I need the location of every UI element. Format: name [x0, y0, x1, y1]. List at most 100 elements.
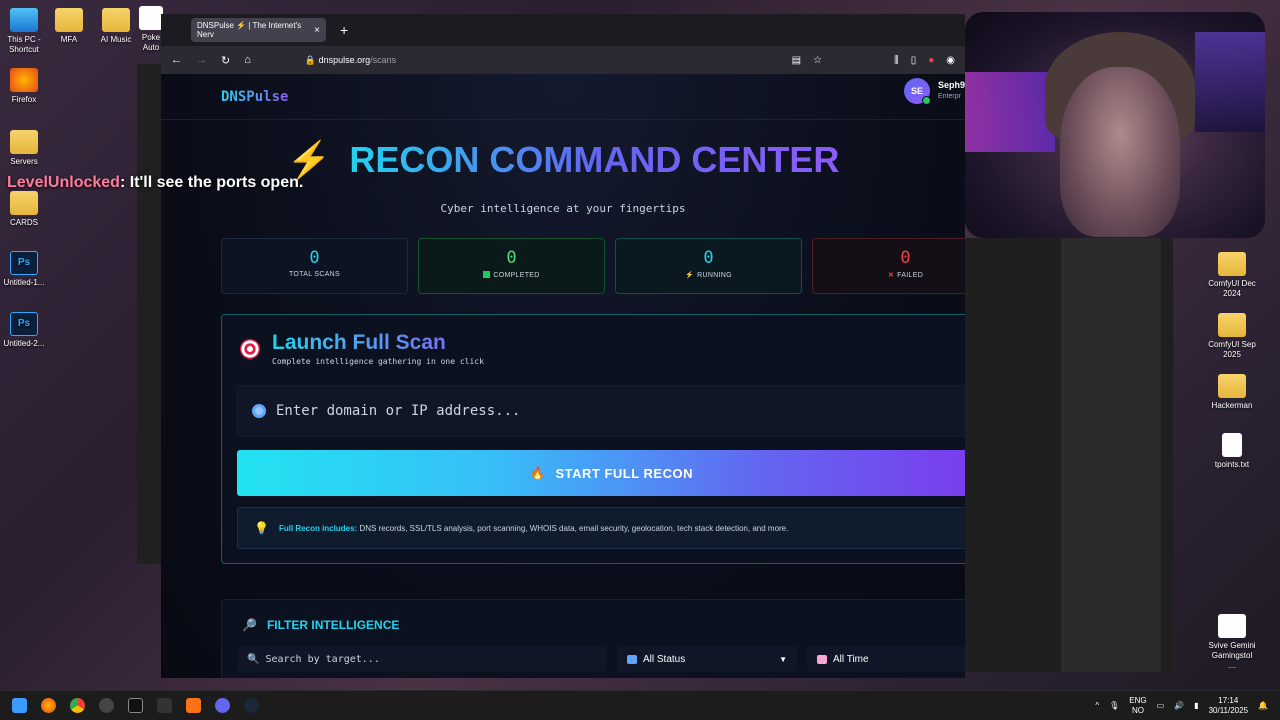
home-icon[interactable]: ⌂: [244, 54, 251, 66]
clock[interactable]: 17:14 30/11/2025: [1209, 696, 1248, 716]
scan-subtitle: Complete intelligence gathering in one c…: [272, 357, 484, 366]
avatar: SE: [904, 78, 931, 105]
desktop-icon-servers[interactable]: Servers: [0, 130, 48, 167]
close-icon[interactable]: ×: [314, 25, 320, 36]
desktop-icon-comfyui-dec[interactable]: ComfyUI Dec 2024: [1208, 252, 1256, 299]
address-bar[interactable]: 🔒 dnspulse.org/scans: [305, 55, 396, 66]
search-icon: 🔍: [247, 653, 260, 665]
page-content: DNSPulse SE Seph9 Enterpr ⚡ RECON COMMAND…: [161, 74, 965, 678]
webcam-overlay: [965, 12, 1265, 238]
terminal-icon[interactable]: [128, 698, 143, 713]
bookmark-star-icon[interactable]: ☆: [813, 55, 822, 66]
reader-view-icon[interactable]: ▤: [792, 55, 801, 66]
nav-bar: ← → ↻ ⌂ 🔒 dnspulse.org/scans ▤ ☆ ⫼ ▯ ● ◉: [161, 46, 965, 74]
user-plan: Enterpr: [938, 93, 961, 100]
app-icon: [1218, 614, 1246, 638]
volume-icon[interactable]: 🔊: [1174, 701, 1184, 710]
desktop-icon-svive-gemini[interactable]: Svive Gemini Gamingstol ...: [1208, 614, 1256, 671]
status-select[interactable]: All Status ▼: [617, 646, 797, 672]
stat-total-scans: 0 TOTAL SCANS: [221, 238, 408, 294]
desktop-icon-cards[interactable]: CARDS: [0, 191, 48, 228]
folder-icon: [10, 191, 38, 215]
domain-input[interactable]: [276, 403, 956, 419]
background-window-right: [965, 238, 1173, 672]
desktop-icon-ai-music[interactable]: AI Music: [92, 8, 140, 45]
pc-icon: [10, 8, 38, 32]
desktop-icon-firefox[interactable]: Firefox: [0, 68, 48, 105]
new-tab-icon[interactable]: +: [340, 22, 348, 38]
lock-icon: 🔒: [304, 54, 317, 65]
chat-username: LevelUnlocked: [7, 174, 120, 191]
toolbar-icons: ▤ ☆ ⫼ ▯ ● ◉: [792, 55, 955, 66]
desktop-icon-mfa[interactable]: MFA: [45, 8, 93, 45]
magnifier-icon: 🔎: [242, 618, 257, 632]
app-icon: [139, 6, 163, 30]
back-icon[interactable]: ←: [171, 54, 182, 66]
sidebar-icon[interactable]: ▯: [911, 55, 917, 66]
windows-start-icon[interactable]: [12, 698, 27, 713]
lightning-icon: ⚡: [685, 272, 695, 279]
folder-icon: [1218, 313, 1246, 337]
reload-icon[interactable]: ↻: [221, 54, 230, 67]
scan-header: Launch Full Scan Complete intelligence g…: [240, 331, 484, 366]
target-icon: [240, 338, 260, 359]
desktop-icon-untitled-2[interactable]: Ps Untitled-2...: [0, 312, 48, 349]
app-icon[interactable]: [157, 698, 172, 713]
stat-running: 0 ⚡ RUNNING: [615, 238, 802, 294]
microphone-icon[interactable]: 🎙: [1109, 701, 1119, 710]
scan-title: Launch Full Scan: [272, 331, 484, 355]
x-icon: ✕: [887, 272, 895, 279]
desktop-icon-tpoints[interactable]: tpoints.txt: [1208, 433, 1256, 470]
desktop-icon-this-pc[interactable]: This PC - Shortcut: [0, 8, 48, 55]
browser-tab[interactable]: DNSPulse ⚡ | The Internet's Nerv ×: [191, 18, 326, 42]
filter-card: 🔎 FILTER INTELLIGENCE 🔍 Search by target…: [221, 599, 965, 678]
target-search-input[interactable]: 🔍 Search by target...: [237, 646, 607, 672]
time-select[interactable]: All Time ▼: [807, 646, 965, 672]
streamer-face: [1060, 67, 1180, 237]
folder-icon: [102, 8, 130, 32]
fire-icon: 🔥: [530, 466, 546, 480]
chrome-icon[interactable]: [70, 698, 85, 713]
library-icon[interactable]: ⫼: [894, 55, 899, 66]
folder-icon: [1218, 374, 1246, 398]
start-full-recon-button[interactable]: 🔥 START FULL RECON: [237, 450, 965, 496]
background-window: [137, 64, 161, 564]
recon-info-box: 💡 Full Recon includes: DNS records, SSL/…: [237, 507, 965, 549]
site-header: DNSPulse SE Seph9 Enterpr: [161, 74, 965, 120]
browser-window: DNSPulse ⚡ | The Internet's Nerv × + ← →…: [161, 14, 965, 678]
account-icon[interactable]: ◉: [946, 55, 955, 66]
battery-icon[interactable]: ▮: [1194, 701, 1198, 710]
filter-row: 🔍 Search by target... All Status ▼ All T…: [237, 646, 965, 672]
vlc-icon[interactable]: [186, 698, 201, 713]
chevron-up-icon[interactable]: ^: [1095, 701, 1099, 710]
lightbulb-icon: 💡: [254, 521, 269, 535]
desktop-icon-untitled-1[interactable]: Ps Untitled-1...: [0, 251, 48, 288]
steam-icon[interactable]: [244, 698, 259, 713]
obs-icon[interactable]: [99, 698, 114, 713]
folder-icon: [1218, 252, 1246, 276]
user-menu[interactable]: SE Seph9 Enterpr: [904, 78, 965, 105]
psd-icon: Ps: [10, 312, 38, 336]
check-square-icon: [483, 271, 491, 278]
tab-title: DNSPulse ⚡ | The Internet's Nerv: [197, 21, 302, 39]
full-scan-card: Launch Full Scan Complete intelligence g…: [221, 314, 965, 564]
taskbar-icons: [12, 698, 259, 713]
firefox-icon[interactable]: [41, 698, 56, 713]
stat-completed: 0 COMPLETED: [418, 238, 605, 294]
forward-icon[interactable]: →: [196, 54, 207, 66]
app-icon[interactable]: [215, 698, 230, 713]
notification-icon[interactable]: 🔔: [1258, 701, 1268, 710]
background-panel: [1061, 238, 1161, 672]
system-tray: ^ 🎙 ENG NO ▭ 🔊 ▮ 17:14 30/11/2025 🔔: [1095, 696, 1280, 716]
extension-icon[interactable]: ●: [928, 55, 934, 66]
site-logo[interactable]: DNSPulse: [221, 89, 288, 105]
user-name-block: Seph9 Enterpr: [938, 80, 965, 102]
network-icon[interactable]: ▭: [1157, 701, 1165, 710]
desktop-icon-hackerman[interactable]: Hackerman: [1208, 374, 1256, 411]
filter-title: 🔎 FILTER INTELLIGENCE: [242, 618, 400, 632]
language-indicator[interactable]: ENG NO: [1129, 696, 1146, 716]
firefox-icon: [10, 68, 38, 92]
stats-row: 0 TOTAL SCANS 0 COMPLETED 0 ⚡ RUNNING 0 ✕…: [221, 238, 965, 294]
user-name: Seph9: [938, 80, 965, 90]
desktop-icon-comfyui-sep[interactable]: ComfyUI Sep 2025: [1208, 313, 1256, 360]
